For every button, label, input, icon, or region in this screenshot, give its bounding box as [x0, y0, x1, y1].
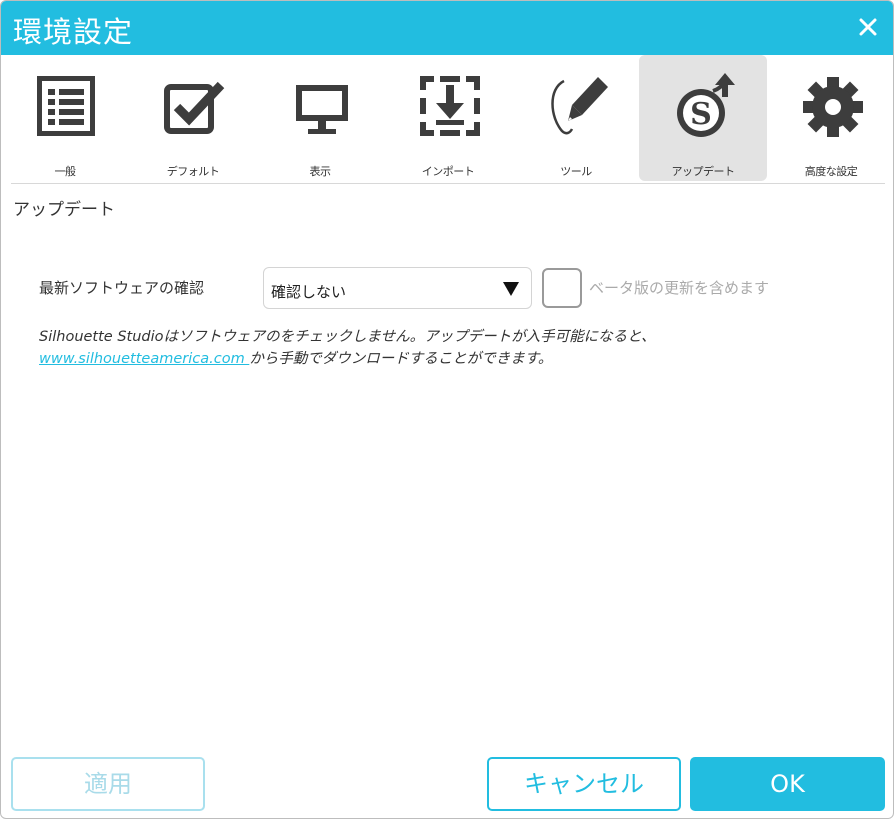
pen-icon	[551, 77, 608, 135]
preferences-window: 環境設定 一般 デフォルト 表示 インポート ツール S アップデート 高度な設…	[0, 0, 894, 819]
tab-label: アップデート	[671, 165, 736, 178]
close-button[interactable]	[855, 14, 881, 40]
preferences-toolbar: 一般 デフォルト 表示 インポート ツール S アップデート 高度な設定	[1, 55, 893, 183]
update-icon: S	[677, 73, 735, 137]
tab-update[interactable]: S アップデート	[639, 55, 767, 181]
toolbar-divider	[11, 183, 885, 184]
close-icon	[859, 18, 877, 36]
beta-updates-label: ベータ版の更新を含めます	[589, 279, 770, 297]
update-info-text: Silhouette Studioはソフトウェアのをチェックしません。アップデー…	[39, 326, 859, 370]
info-text: から手動でダウンロードすることができます。	[249, 351, 553, 367]
import-icon	[420, 76, 480, 136]
svg-text:S: S	[690, 97, 712, 132]
tab-general[interactable]: 一般	[1, 55, 129, 181]
ok-button[interactable]: OK	[690, 757, 885, 811]
checkbox-icon	[164, 81, 225, 134]
beta-updates-checkbox[interactable]	[542, 268, 582, 308]
window-title: 環境設定	[13, 15, 134, 49]
tab-advanced[interactable]: 高度な設定	[767, 55, 893, 181]
gear-icon	[803, 77, 863, 137]
list-icon	[37, 76, 95, 136]
section-heading: アップデート	[13, 200, 115, 220]
cancel-button[interactable]: キャンセル	[487, 757, 681, 811]
tab-tools[interactable]: ツール	[512, 55, 640, 181]
tab-label: 表示	[309, 165, 332, 178]
select-value: 確認しない	[271, 283, 347, 301]
check-updates-label: 最新ソフトウェアの確認	[39, 279, 205, 297]
tab-label: デフォルト	[166, 165, 220, 178]
tab-default[interactable]: デフォルト	[129, 55, 257, 181]
tab-import[interactable]: インポート	[384, 55, 512, 181]
monitor-icon	[296, 85, 348, 134]
dropdown-arrow-icon	[503, 282, 519, 296]
title-bar: 環境設定	[1, 1, 893, 55]
silhouette-website-link[interactable]: www.silhouetteamerica.com	[39, 351, 249, 367]
tab-label: 高度な設定	[804, 165, 858, 178]
tab-label: 一般	[54, 165, 77, 178]
tab-label: ツール	[560, 165, 592, 178]
check-updates-select[interactable]: 確認しない	[263, 267, 532, 309]
apply-button[interactable]: 適用	[11, 757, 205, 811]
tab-label: インポート	[421, 165, 475, 178]
tab-display[interactable]: 表示	[256, 55, 384, 181]
info-text: Silhouette Studioはソフトウェアのをチェックしません。アップデー…	[39, 329, 656, 345]
